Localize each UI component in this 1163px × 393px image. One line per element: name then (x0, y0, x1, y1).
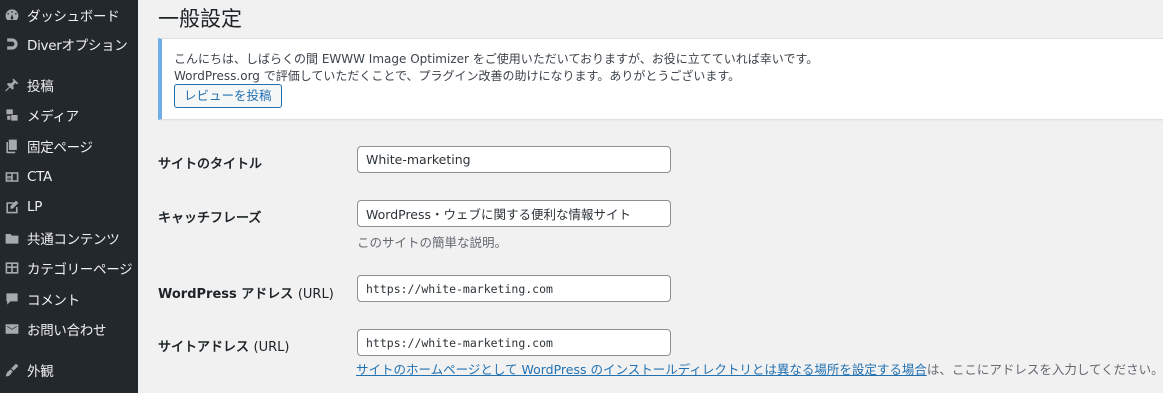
sidebar-item-label: メディア (27, 109, 79, 125)
site-title-label: サイトのタイトル (158, 157, 263, 172)
site-address-label: サイトアドレス (URL) (158, 340, 290, 355)
sidebar-item-label: Diverオプション (27, 38, 128, 54)
admin-sidebar: ダッシュボード Diverオプション 投稿 メディア 固定ページ CTA LP … (0, 0, 138, 393)
sidebar-item-cta[interactable]: CTA (0, 162, 138, 192)
grid-icon (3, 259, 21, 277)
main-content: 一般設定 こんにちは、しばらくの間 EWWW Image Optimizer を… (138, 0, 1163, 393)
site-address-help-suffix: は、ここにアドレスを入力してください。 (926, 362, 1163, 377)
tagline-description: このサイトの簡単な説明。 (357, 235, 508, 250)
folder-icon (3, 229, 21, 247)
sidebar-item-label: 投稿 (27, 79, 54, 95)
sidebar-item-pages[interactable]: 固定ページ (0, 131, 138, 161)
tagline-input[interactable] (357, 200, 671, 227)
page-title: 一般設定 (158, 7, 242, 31)
sidebar-item-common-content[interactable]: 共通コンテンツ (0, 223, 138, 253)
sidebar-item-category-page[interactable]: カテゴリーページ (0, 253, 138, 283)
edit-icon (3, 198, 21, 216)
sidebar-item-appearance[interactable]: 外観 (0, 355, 138, 385)
notice-text-line-2: WordPress.org で評価していただくことで、プラグイン改善の助けになり… (174, 69, 741, 83)
sidebar-item-diver-options[interactable]: Diverオプション (0, 29, 138, 59)
tagline-label: キャッチフレーズ (158, 211, 262, 226)
mail-icon (3, 320, 21, 338)
plugin-review-notice: こんにちは、しばらくの間 EWWW Image Optimizer をご使用いた… (158, 38, 1163, 120)
sidebar-item-contact[interactable]: お問い合わせ (0, 314, 138, 344)
sidebar-item-label: 固定ページ (27, 140, 93, 156)
appearance-icon (3, 361, 21, 379)
sidebar-item-label: ダッシュボード (27, 9, 120, 25)
site-address-help-link[interactable]: サイトのホームページとして WordPress のインストールディレクトリとは異… (356, 362, 927, 377)
notice-text-line-1: こんにちは、しばらくの間 EWWW Image Optimizer をご使用いた… (174, 52, 819, 66)
page-icon (3, 137, 21, 155)
wordpress-address-label: WordPress アドレス (URL) (158, 287, 334, 302)
sidebar-item-label: 共通コンテンツ (27, 232, 120, 248)
sidebar-item-label: LP (27, 199, 43, 215)
post-review-button[interactable]: レビューを投稿 (174, 84, 282, 108)
comment-icon (3, 290, 21, 308)
media-icon (3, 106, 21, 124)
pushpin-icon (3, 76, 21, 94)
diver-logo-icon (3, 35, 21, 53)
sidebar-item-posts[interactable]: 投稿 (0, 70, 138, 100)
sidebar-item-label: CTA (27, 169, 52, 185)
site-title-input[interactable] (357, 146, 671, 173)
wordpress-address-input[interactable] (357, 275, 671, 302)
sidebar-item-dashboard[interactable]: ダッシュボード (0, 0, 138, 30)
site-address-help: サイトのホームページとして WordPress のインストールディレクトリとは異… (356, 359, 1163, 378)
dashboard-icon (3, 6, 21, 24)
sidebar-item-label: コメント (27, 293, 80, 309)
site-address-input[interactable] (357, 329, 671, 356)
id-card-icon (3, 168, 21, 186)
sidebar-item-label: カテゴリーページ (27, 262, 133, 278)
sidebar-item-lp[interactable]: LP (0, 192, 138, 222)
sidebar-item-label: お問い合わせ (27, 323, 107, 339)
sidebar-item-comments[interactable]: コメント (0, 284, 138, 314)
sidebar-item-media[interactable]: メディア (0, 100, 138, 130)
sidebar-item-label: 外観 (27, 364, 54, 380)
